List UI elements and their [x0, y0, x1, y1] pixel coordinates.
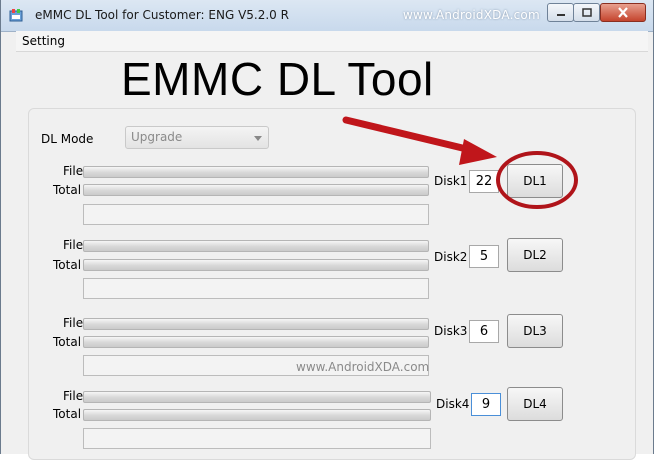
annotation-arrow	[342, 116, 497, 165]
annotation-overlay	[342, 116, 578, 209]
app-window: eMMC DL Tool for Customer: ENG V5.2.0 R …	[0, 0, 654, 460]
annotation-circle	[496, 151, 578, 209]
